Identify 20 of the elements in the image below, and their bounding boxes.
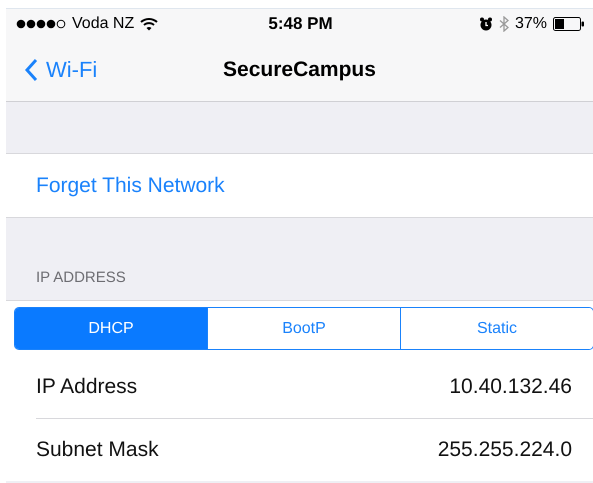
signal-icon [16, 19, 66, 29]
battery-icon [553, 17, 585, 31]
row-value: 255.255.224.0 [438, 438, 572, 462]
segment-tab[interactable]: DHCP [15, 308, 207, 349]
battery-percent: 37% [514, 15, 547, 33]
bluetooth-icon [498, 16, 509, 32]
row-label: Subnet Mask [36, 438, 159, 462]
row-value: 10.40.132.46 [449, 375, 572, 399]
section-header: IP ADDRESS [36, 269, 126, 286]
wifi-icon [140, 17, 158, 31]
row-label: IP Address [36, 375, 138, 399]
back-button[interactable]: Wi-Fi [24, 57, 98, 83]
status-time: 5:48 PM [268, 14, 333, 34]
segment-tab[interactable]: Static [400, 308, 593, 349]
nav-title: SecureCampus [223, 58, 376, 81]
carrier-name: Voda NZ [72, 15, 134, 33]
forget-network-row[interactable]: Forget This Network [6, 153, 593, 218]
chevron-left-icon [24, 58, 38, 82]
forget-network-label: Forget This Network [36, 174, 225, 198]
alarm-icon [478, 17, 493, 31]
